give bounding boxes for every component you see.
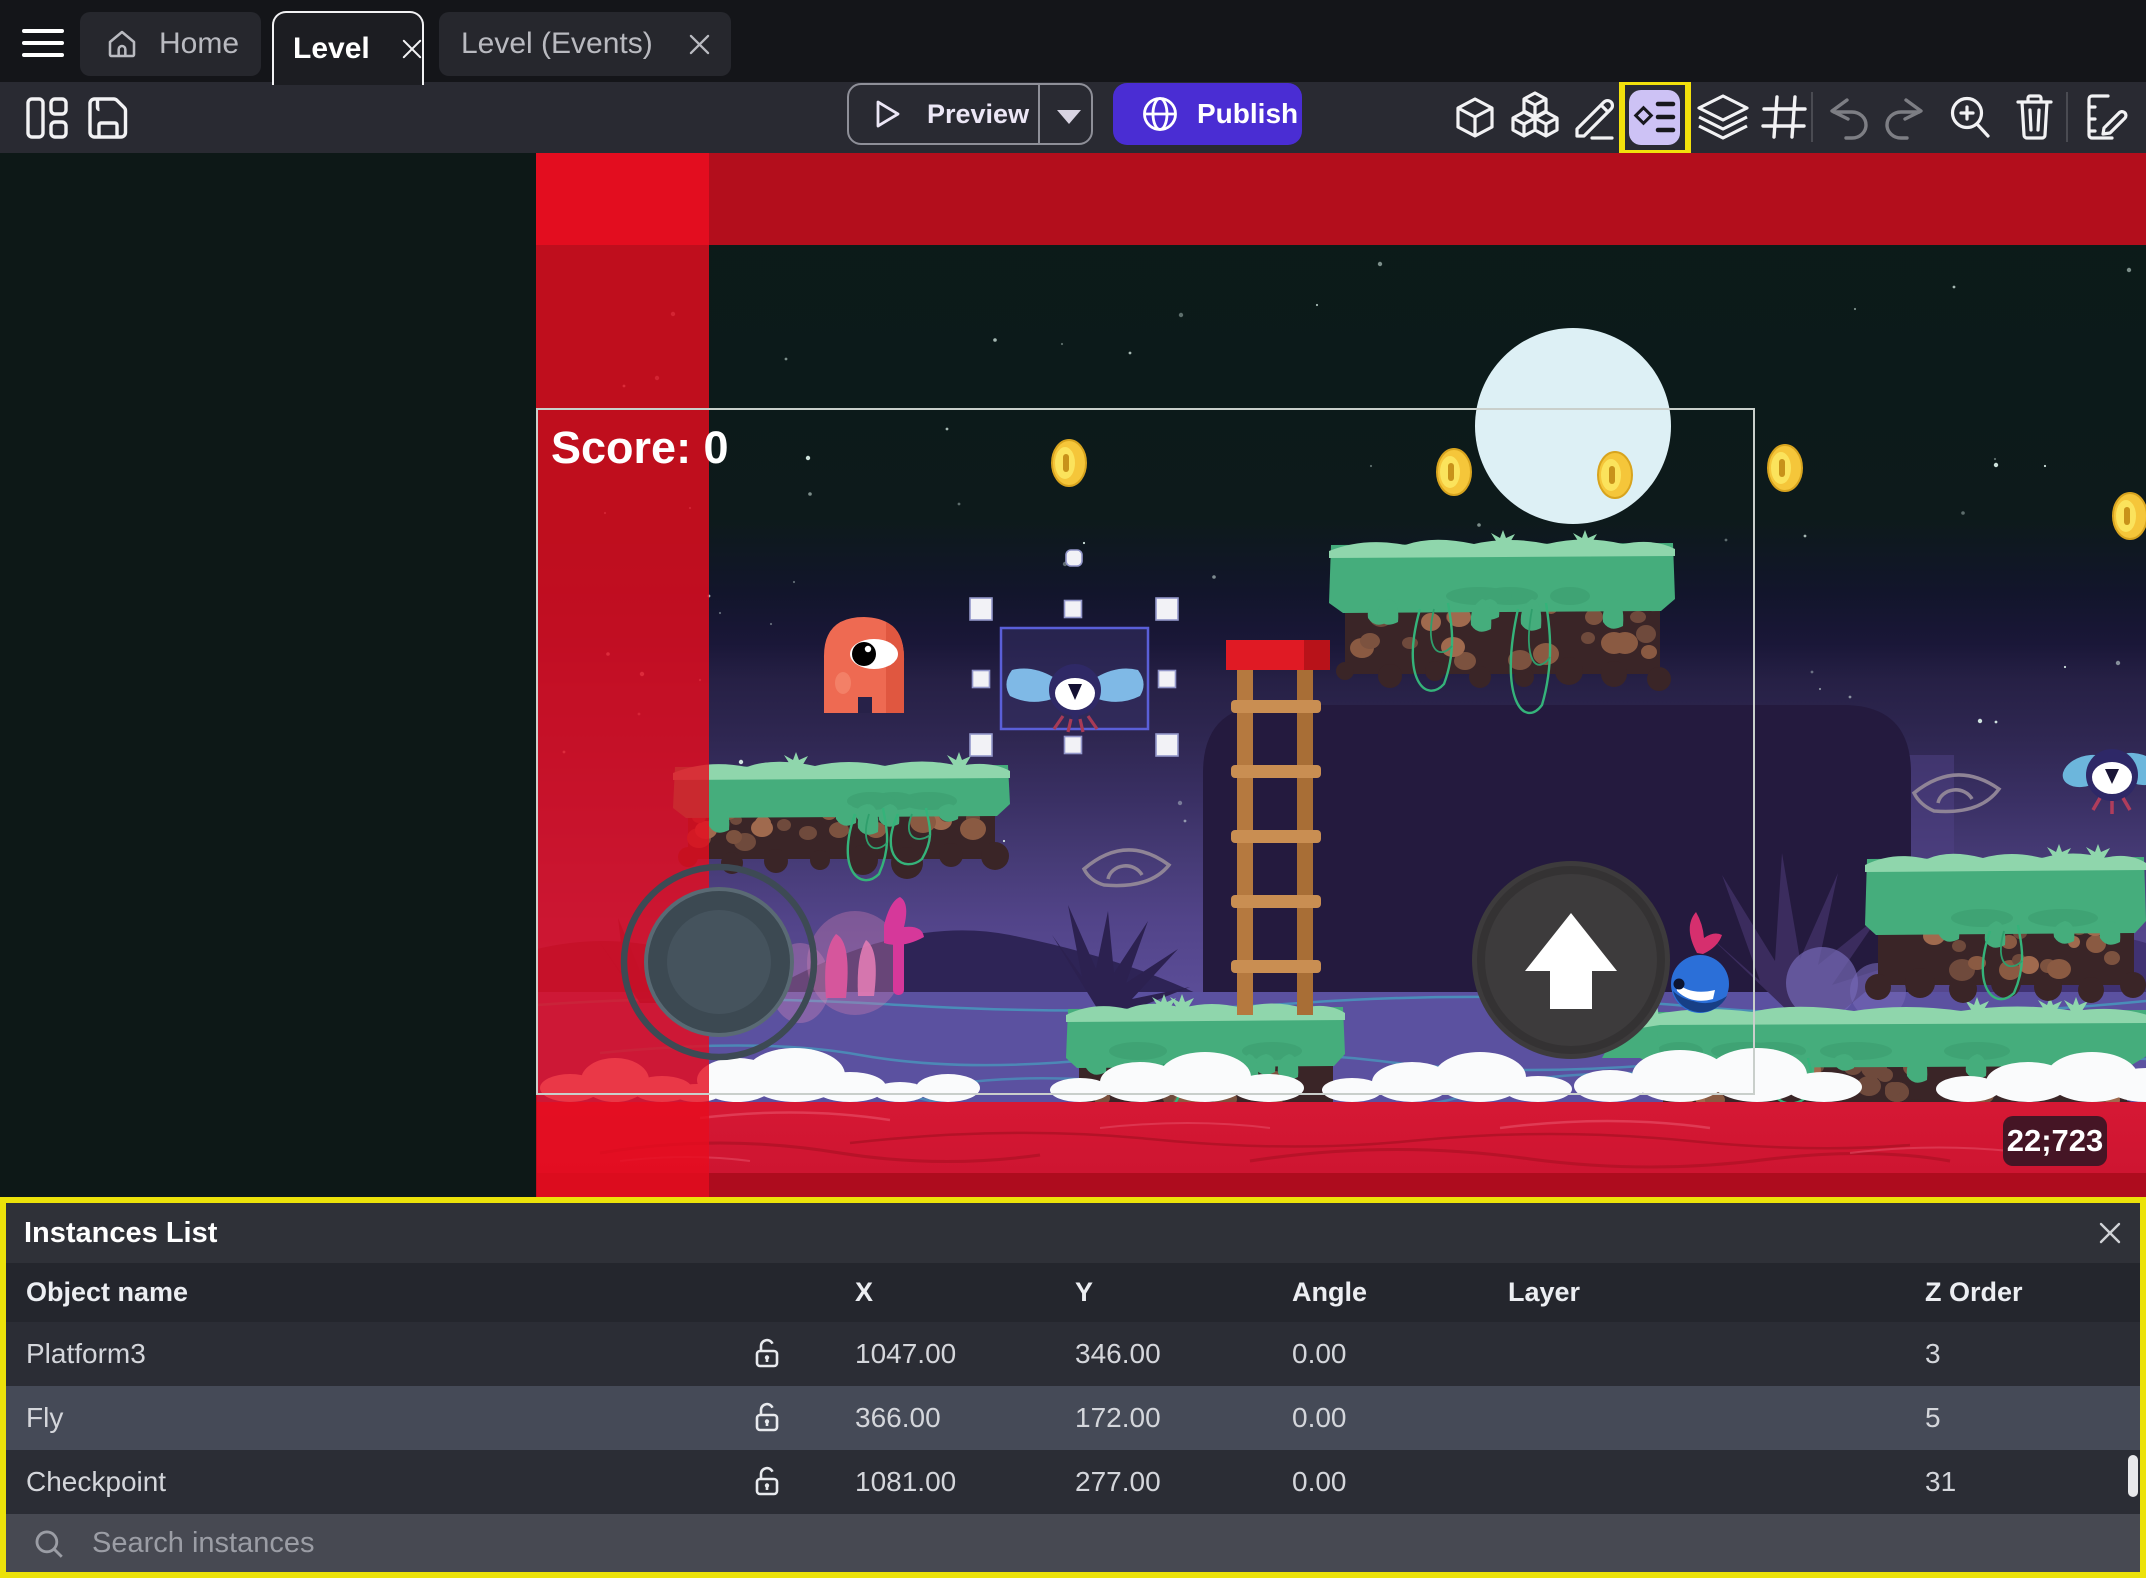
svg-text:22;723: 22;723	[2007, 1123, 2104, 1158]
svg-text:Score: 0: Score: 0	[551, 422, 729, 473]
